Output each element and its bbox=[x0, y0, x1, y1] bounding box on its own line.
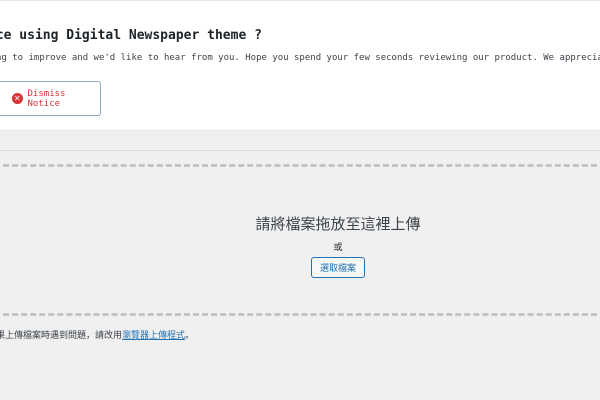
browser-uploader-link[interactable]: 瀏覽器上傳程式 bbox=[122, 331, 185, 341]
theme-review-notice: nce using Digital Newspaper theme ? ng t… bbox=[0, 0, 600, 131]
help-text-suffix: 。 bbox=[185, 331, 195, 341]
dismiss-notice-button[interactable]: ✕ Dismiss Notice bbox=[0, 81, 101, 116]
section-divider bbox=[0, 150, 600, 151]
upload-help-text: 果上傳檔案時遇到問題，請改用瀏覽器上傳程式。 bbox=[0, 328, 194, 341]
drop-zone-title: 請將檔案拖放至這裡上傳 bbox=[255, 215, 421, 233]
help-text-prefix: 果上傳檔案時遇到問題，請改用 bbox=[0, 331, 123, 341]
notice-title: nce using Digital Newspaper theme ? bbox=[0, 28, 262, 43]
drop-zone-or: 或 bbox=[333, 243, 343, 253]
dismiss-notice-label: Dismiss Notice bbox=[27, 88, 66, 109]
close-circle-icon: ✕ bbox=[12, 93, 23, 104]
select-files-button[interactable]: 選取檔案 bbox=[311, 257, 365, 278]
notice-text: ng to improve and we'd like to hear from… bbox=[0, 53, 600, 63]
